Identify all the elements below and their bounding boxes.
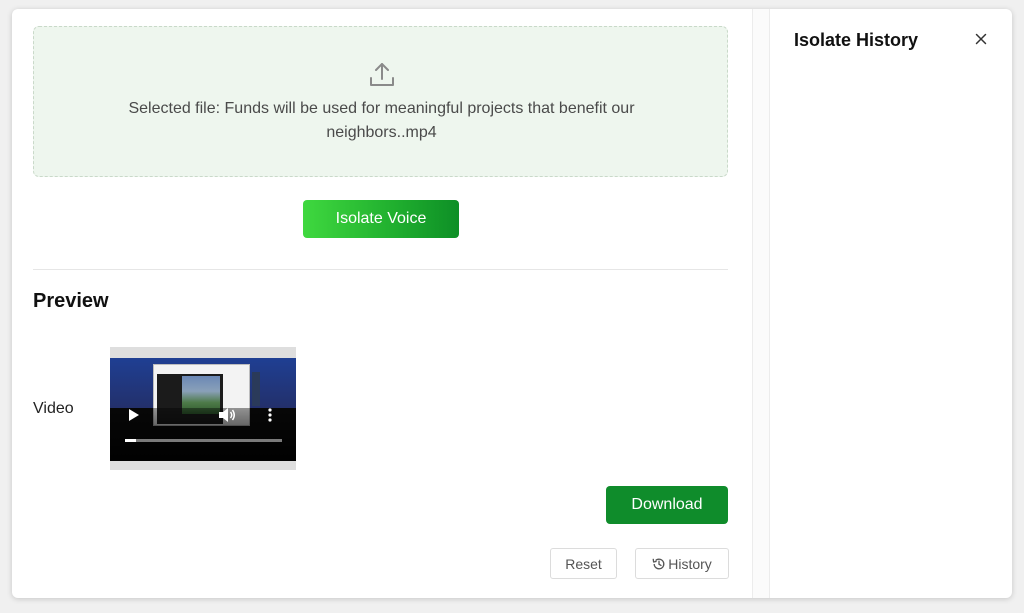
download-button[interactable]: Download [606,486,728,524]
history-panel-title: Isolate History [794,30,919,50]
selected-file-text: Selected file: Funds will be used for me… [128,100,635,141]
volume-icon[interactable] [218,407,236,423]
main-content: Selected file: Funds will be used for me… [12,9,752,598]
history-button[interactable]: History [635,548,729,579]
play-icon[interactable] [128,408,140,422]
video-player[interactable] [110,347,296,470]
isolate-history-panel: Isolate History [771,9,1012,598]
file-dropzone[interactable]: Selected file: Funds will be used for me… [33,26,728,177]
video-progress-bar[interactable] [125,439,282,442]
upload-icon [370,63,394,86]
isolate-voice-button[interactable]: Isolate Voice [303,200,459,238]
preview-heading: Preview [33,290,109,312]
section-divider [33,269,728,270]
close-icon[interactable] [973,31,989,47]
reset-button[interactable]: Reset [550,548,617,579]
video-label: Video [33,400,74,417]
history-button-label: History [668,555,712,572]
main-card: Selected file: Funds will be used for me… [12,9,1012,598]
more-options-icon[interactable] [267,407,273,423]
panel-divider [752,9,770,598]
history-icon [652,558,665,569]
video-progress-fill [125,439,136,442]
video-frame [110,358,296,461]
